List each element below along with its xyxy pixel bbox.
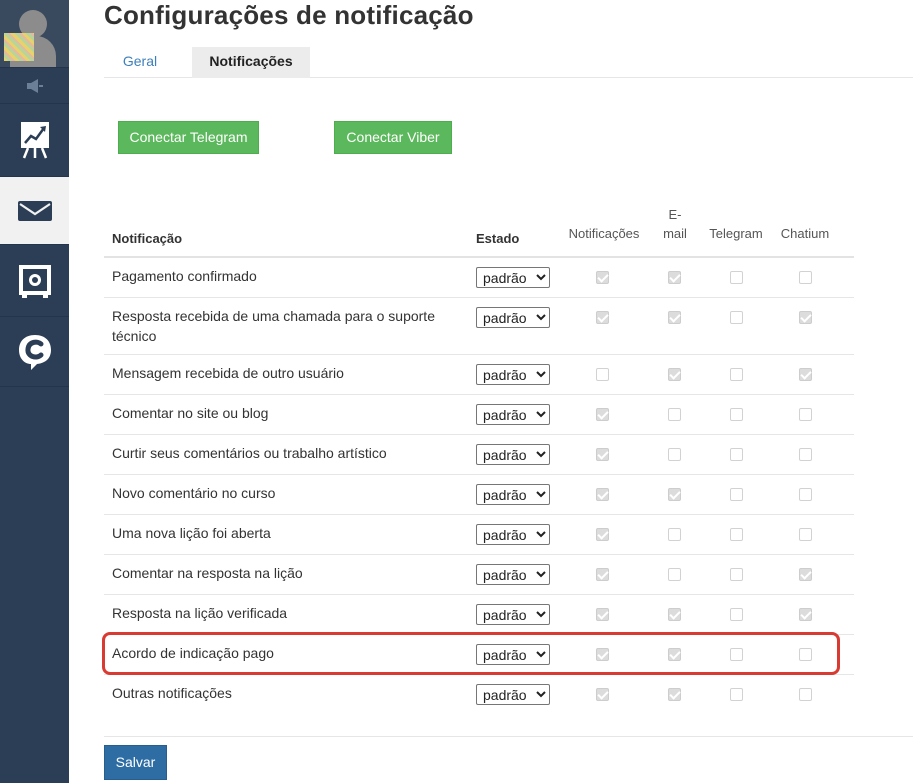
notifications-checkbox[interactable]: [596, 448, 609, 461]
table-row: Novo comentário no curso padrão: [104, 475, 854, 515]
state-select[interactable]: padrão: [476, 267, 550, 288]
chatium-checkbox[interactable]: [799, 368, 812, 381]
notifications-checkbox[interactable]: [596, 568, 609, 581]
header-email-line2: mail: [663, 226, 687, 241]
user-avatar[interactable]: [0, 0, 69, 68]
notifications-checkbox[interactable]: [596, 271, 609, 284]
notification-label: Outras notificações: [112, 685, 232, 701]
state-select[interactable]: padrão: [476, 444, 550, 465]
notifications-checkbox[interactable]: [596, 528, 609, 541]
telegram-checkbox[interactable]: [730, 488, 743, 501]
megaphone-icon[interactable]: [0, 68, 69, 104]
state-select[interactable]: padrão: [476, 364, 550, 385]
highlight-frame: [102, 632, 840, 675]
chatium-checkbox[interactable]: [799, 311, 812, 324]
table-row: Resposta na lição verificada padrão: [104, 595, 854, 635]
connect-telegram-button[interactable]: Conectar Telegram: [118, 121, 259, 154]
notification-label: Uma nova lição foi aberta: [112, 525, 271, 541]
header-chatium: Chatium: [780, 226, 830, 241]
state-select[interactable]: padrão: [476, 564, 550, 585]
telegram-checkbox[interactable]: [730, 311, 743, 324]
sidebar-item-safe[interactable]: [0, 245, 69, 317]
safe-icon: [18, 264, 51, 298]
mail-icon: [17, 200, 52, 221]
table-row: Uma nova lição foi aberta padrão: [104, 515, 854, 555]
email-checkbox[interactable]: [668, 488, 681, 501]
table-row: Pagamento confirmado padrão: [104, 258, 854, 298]
email-checkbox[interactable]: [668, 311, 681, 324]
chatium-checkbox[interactable]: [799, 488, 812, 501]
page-title: Configurações de notificação: [104, 0, 474, 30]
table-row: Outras notificações padrão: [104, 675, 854, 715]
notification-label: Novo comentário no curso: [112, 485, 276, 501]
notification-label: Comentar no site ou blog: [112, 405, 269, 421]
chatium-checkbox[interactable]: [799, 271, 812, 284]
table-row: Resposta recebida de uma chamada para o …: [104, 298, 854, 355]
email-checkbox[interactable]: [668, 568, 681, 581]
email-checkbox[interactable]: [668, 528, 681, 541]
table-row: Comentar no site ou blog padrão: [104, 395, 854, 435]
telegram-checkbox[interactable]: [730, 271, 743, 284]
notifications-checkbox[interactable]: [596, 608, 609, 621]
telegram-checkbox[interactable]: [730, 408, 743, 421]
notification-label: Comentar na resposta na lição: [112, 565, 303, 581]
chatium-checkbox[interactable]: [799, 448, 812, 461]
connect-viber-button[interactable]: Conectar Viber: [334, 121, 452, 154]
header-notifications: Notificações: [568, 226, 640, 241]
state-select[interactable]: padrão: [476, 684, 550, 705]
notification-label: Resposta recebida de uma chamada para o …: [112, 308, 435, 344]
notifications-checkbox[interactable]: [596, 408, 609, 421]
telegram-checkbox[interactable]: [730, 568, 743, 581]
email-checkbox[interactable]: [668, 368, 681, 381]
chatium-checkbox[interactable]: [799, 568, 812, 581]
sidebar-item-messages[interactable]: [0, 177, 69, 245]
table-row: Comentar na resposta na lição padrão: [104, 555, 854, 595]
sidebar-item-statistics[interactable]: [0, 104, 69, 177]
notifications-checkbox[interactable]: [596, 311, 609, 324]
tab-general[interactable]: Geral: [104, 47, 176, 78]
sidebar: [0, 0, 69, 783]
notifications-checkbox[interactable]: [596, 488, 609, 501]
telegram-checkbox[interactable]: [730, 368, 743, 381]
header-telegram: Telegram: [709, 226, 763, 241]
tab-notifications[interactable]: Notificações: [192, 47, 310, 78]
header-notification: Notificação: [112, 231, 183, 246]
state-select[interactable]: padrão: [476, 484, 550, 505]
email-checkbox[interactable]: [668, 688, 681, 701]
notifications-checkbox[interactable]: [596, 368, 609, 381]
email-checkbox[interactable]: [668, 448, 681, 461]
table-row: Curtir seus comentários ou trabalho artí…: [104, 435, 854, 475]
save-button[interactable]: Salvar: [104, 745, 167, 780]
email-checkbox[interactable]: [668, 408, 681, 421]
state-select[interactable]: padrão: [476, 604, 550, 625]
email-checkbox[interactable]: [668, 271, 681, 284]
chart-board-icon: [20, 122, 49, 159]
notifications-checkbox[interactable]: [596, 688, 609, 701]
main-content: Configurações de notificação Geral Notif…: [69, 0, 913, 783]
email-checkbox[interactable]: [668, 608, 681, 621]
telegram-checkbox[interactable]: [730, 448, 743, 461]
notification-label: Pagamento confirmado: [112, 268, 257, 284]
state-select[interactable]: padrão: [476, 404, 550, 425]
telegram-checkbox[interactable]: [730, 608, 743, 621]
telegram-checkbox[interactable]: [730, 688, 743, 701]
state-select[interactable]: padrão: [476, 307, 550, 328]
notification-label: Resposta na lição verificada: [112, 605, 288, 621]
chatium-checkbox[interactable]: [799, 608, 812, 621]
tab-bar: Geral Notificações: [104, 47, 913, 78]
chatium-checkbox[interactable]: [799, 408, 812, 421]
table-row: Mensagem recebida de outro usuário padrão: [104, 355, 854, 395]
chatium-checkbox[interactable]: [799, 688, 812, 701]
telegram-checkbox[interactable]: [730, 528, 743, 541]
notification-label: Mensagem recebida de outro usuário: [112, 365, 344, 381]
chatium-icon: [18, 334, 51, 370]
header-email-line1: E-: [668, 207, 682, 222]
notification-label: Curtir seus comentários ou trabalho artí…: [112, 445, 387, 461]
state-select[interactable]: padrão: [476, 524, 550, 545]
avatar-badge: [4, 33, 34, 61]
footer-divider: [104, 736, 913, 737]
sidebar-item-chatium[interactable]: [0, 317, 69, 387]
chatium-checkbox[interactable]: [799, 528, 812, 541]
header-state: Estado: [476, 231, 520, 246]
